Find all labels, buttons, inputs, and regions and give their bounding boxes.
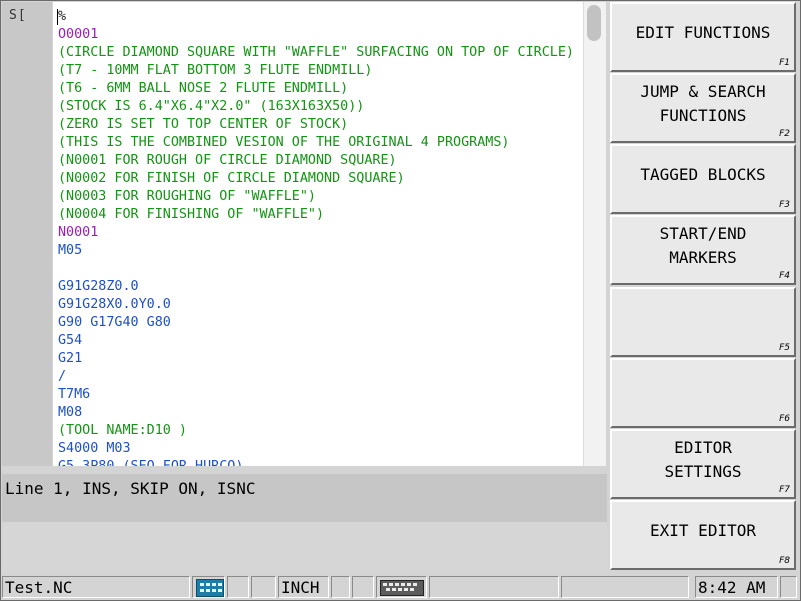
code-line[interactable]: (ZERO IS SET TO TOP CENTER OF STOCK) (58, 116, 574, 134)
code-line[interactable]: (T6 - 6MM BALL NOSE 2 FLUTE ENDMILL) (58, 80, 574, 98)
start-end-markers-button[interactable]: START/END MARKERS F4 (610, 215, 796, 285)
code-line[interactable]: T7M6 (58, 386, 574, 404)
edit-functions-button[interactable]: EDIT FUNCTIONS F1 (610, 2, 796, 72)
code-line[interactable]: (T7 - 10MM FLAT BOTTOM 3 FLUTE ENDMILL) (58, 62, 574, 80)
code-line[interactable]: % (58, 8, 574, 26)
empty-cell (251, 576, 276, 598)
message-area (2, 522, 607, 572)
code-line[interactable]: M05 (58, 242, 574, 260)
fkey-number: F1 (779, 58, 790, 68)
fkey-label: EXIT EDITOR (650, 521, 756, 540)
clock-cell: 8:42 AM (695, 576, 778, 598)
gutter-label: S[ (9, 8, 27, 23)
filename: Test.NC (5, 578, 73, 597)
keyboard-button[interactable] (376, 576, 427, 598)
fkey-number: F4 (779, 271, 790, 281)
calculator-icon (196, 579, 224, 597)
code-line[interactable]: G91G28Z0.0 (58, 278, 574, 296)
fkey-label: EDIT FUNCTIONS (635, 23, 771, 42)
clock: 8:42 AM (698, 578, 766, 597)
editor-settings-button[interactable]: EDITOR SETTINGS F7 (610, 429, 796, 499)
units-cell: INCH (278, 576, 329, 598)
fkey-label (612, 360, 794, 418)
f5-button[interactable]: F5 (610, 287, 796, 357)
code-line[interactable]: (N0004 FOR FINISHING OF "WAFFLE") (58, 206, 574, 224)
f6-button[interactable]: F6 (610, 358, 796, 428)
fkey-label (612, 289, 794, 347)
vertical-scrollbar[interactable] (583, 2, 606, 466)
fkey-number: F2 (779, 129, 790, 139)
code-line[interactable]: O0001 (58, 26, 574, 44)
fkey-number: F8 (779, 556, 790, 566)
fkey-number: F7 (779, 485, 790, 495)
code-line[interactable]: G91G28X0.0Y0.0 (58, 296, 574, 314)
code-line[interactable]: / (58, 368, 574, 386)
empty-cell (227, 576, 249, 598)
status-line: Line 1, INS, SKIP ON, ISNC (2, 474, 607, 522)
keyboard-icon (380, 580, 424, 596)
filename-cell: Test.NC (2, 576, 190, 598)
fkey-number: F5 (779, 343, 790, 353)
function-key-panel: EDIT FUNCTIONS F1 JUMP & SEARCH FUNCTION… (610, 2, 800, 574)
fkey-label: START/END MARKERS (659, 224, 747, 267)
code-line[interactable]: S4000 M03 (58, 440, 574, 458)
code-line[interactable]: G5.3P80 (SEQ FOR HURCO) (58, 458, 574, 466)
editor-window: S[ % O0001 (CIRCLE DIAMOND SQUARE WITH "WA… (0, 0, 801, 601)
status-text: Line 1, INS, SKIP ON, ISNC (5, 479, 256, 498)
code-line[interactable]: G21 (58, 350, 574, 368)
fkey-label: EDITOR SETTINGS (664, 438, 742, 481)
fkey-label: JUMP & SEARCH FUNCTIONS (640, 82, 766, 125)
exit-editor-button[interactable]: EXIT EDITOR F8 (610, 500, 796, 570)
empty-cell (331, 576, 350, 598)
code-line[interactable]: M08 (58, 404, 574, 422)
scrollbar-thumb[interactable] (587, 5, 601, 41)
fkey-number: F6 (779, 414, 790, 424)
line-gutter: S[ (2, 2, 52, 466)
empty-cell (780, 576, 797, 598)
code-line[interactable]: (N0003 FOR ROUGHING OF "WAFFLE") (58, 188, 574, 206)
code-line[interactable]: N0001 (58, 224, 574, 242)
fkey-number: F3 (779, 200, 790, 210)
code-line[interactable] (58, 260, 574, 278)
calculator-button[interactable] (192, 576, 225, 598)
jump-search-functions-button[interactable]: JUMP & SEARCH FUNCTIONS F2 (610, 73, 796, 143)
code-line[interactable]: (TOOL NAME:D10 ) (58, 422, 574, 440)
code-line[interactable]: (N0002 FOR FINISH OF CIRCLE DIAMOND SQUA… (58, 170, 574, 188)
code-editor[interactable]: % O0001 (CIRCLE DIAMOND SQUARE WITH "WAFFL… (53, 2, 583, 466)
tagged-blocks-button[interactable]: TAGGED BLOCKS F3 (610, 144, 796, 214)
empty-cell (352, 576, 374, 598)
fkey-label: TAGGED BLOCKS (640, 165, 766, 184)
code-lines: % O0001 (CIRCLE DIAMOND SQUARE WITH "WAFFL… (58, 8, 574, 466)
code-line[interactable]: (THIS IS THE COMBINED VESION OF THE ORIG… (58, 134, 574, 152)
code-line[interactable]: (STOCK IS 6.4"X6.4"X2.0" (163X163X50)) (58, 98, 574, 116)
code-line[interactable]: G54 (58, 332, 574, 350)
empty-cell (429, 576, 559, 598)
code-line[interactable]: G90 G17G40 G80 (58, 314, 574, 332)
code-line[interactable]: (CIRCLE DIAMOND SQUARE WITH "WAFFLE" SUR… (58, 44, 574, 62)
empty-cell (561, 576, 689, 598)
code-line[interactable]: (N0001 FOR ROUGH OF CIRCLE DIAMOND SQUAR… (58, 152, 574, 170)
units-indicator: INCH (281, 578, 320, 597)
taskbar: Test.NC INCH 8:42 AM (2, 575, 799, 599)
text-cursor (57, 9, 58, 25)
